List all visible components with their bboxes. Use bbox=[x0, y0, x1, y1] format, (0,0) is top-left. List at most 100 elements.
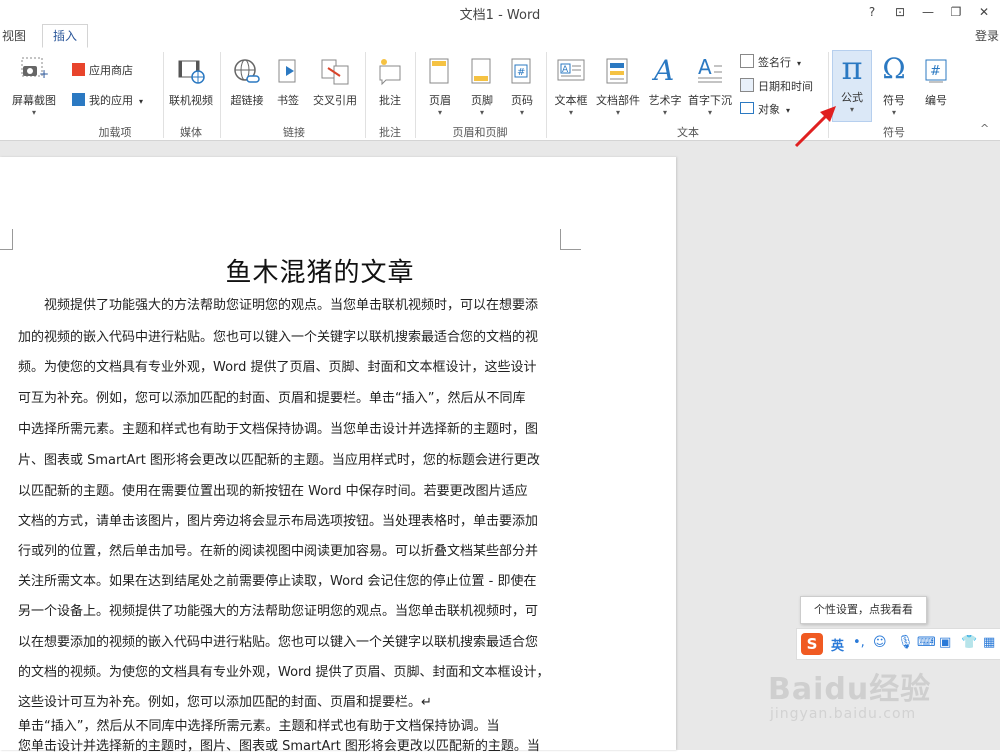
body-line[interactable]: 可互为补充。例如，您可以添加匹配的封面、页眉和提要栏。单击“插入”，然后从不同库 bbox=[18, 390, 559, 408]
body-line[interactable]: 视频提供了功能强大的方法帮助您证明您的观点。当您单击联机视频时，可以在想要添 bbox=[18, 297, 559, 315]
comment-label: 批注 bbox=[379, 94, 401, 107]
body-line[interactable]: 这些设计可互为补充。例如，您可以添加匹配的封面、页眉和提要栏。↵ bbox=[18, 694, 559, 712]
toolbox-icon[interactable]: ▣ bbox=[939, 635, 951, 650]
body-line[interactable]: 以在想要添加的视频的嵌入代码中进行粘贴。您也可以键入一个关键字以联机搜索最适合您 bbox=[18, 634, 559, 652]
screenshot-button[interactable]: + 屏幕截图 ▾ bbox=[8, 52, 60, 122]
bookmark-button[interactable]: 书签 bbox=[270, 52, 306, 122]
object-button[interactable]: 对象 ▾ bbox=[740, 101, 790, 117]
ime-mode-toggle[interactable]: 英 bbox=[831, 635, 844, 654]
keyboard-icon[interactable]: ⌨ bbox=[917, 635, 936, 650]
help-button[interactable]: ? bbox=[862, 3, 882, 21]
apps-grid-icon[interactable]: ▦ bbox=[983, 635, 995, 650]
chevron-down-icon: ▾ bbox=[797, 59, 802, 68]
quick-parts-label: 文档部件 bbox=[596, 94, 640, 107]
body-line[interactable]: 片、图表或 SmartArt 图形将会更改以匹配新的主题。当应用样式时，您的标题… bbox=[18, 452, 559, 470]
object-label: 对象 bbox=[758, 103, 780, 116]
text-box-label: 文本框 bbox=[554, 94, 588, 107]
ribbon-tabs: 视图 插入 登录 bbox=[0, 24, 1000, 49]
tab-view[interactable]: 视图 bbox=[2, 27, 26, 44]
online-video-button[interactable]: 联机视频 bbox=[166, 52, 216, 122]
cross-reference-button[interactable]: 交叉引用 bbox=[308, 52, 362, 122]
app-store-label: 应用商店 bbox=[89, 64, 133, 77]
quick-parts-icon bbox=[606, 58, 628, 84]
signature-line-label: 签名行 bbox=[758, 56, 791, 69]
group-separator bbox=[220, 52, 221, 138]
chevron-down-icon: ▾ bbox=[707, 108, 712, 117]
chevron-down-icon: ▾ bbox=[31, 108, 36, 117]
microphone-icon[interactable]: 🎙 bbox=[897, 635, 914, 650]
emoji-icon[interactable]: ☺ bbox=[873, 635, 887, 650]
date-time-label: 日期和时间 bbox=[758, 80, 813, 93]
group-label-links: 链接 bbox=[283, 126, 305, 139]
signature-line-button[interactable]: 签名行 ▾ bbox=[740, 54, 801, 70]
baidu-watermark-url: jingyan.baidu.com bbox=[770, 706, 917, 722]
close-button[interactable]: ✕ bbox=[974, 3, 994, 21]
app-store-button[interactable]: 应用商店 bbox=[72, 62, 133, 78]
group-label-comments: 批注 bbox=[379, 126, 401, 139]
group-separator bbox=[415, 52, 416, 138]
page-number-label: 页码 bbox=[511, 94, 533, 107]
quick-parts-button[interactable]: 文档部件 ▾ bbox=[594, 52, 642, 122]
symbol-label: 符号 bbox=[883, 94, 905, 107]
body-line[interactable]: 的文档的视频。为使您的文档具有专业外观，Word 提供了页眉、页脚、封面和文本框… bbox=[18, 664, 559, 682]
body-line[interactable]: 频。为使您的文档具有专业外观，Word 提供了页眉、页脚、封面和文本框设计，这些… bbox=[18, 359, 559, 377]
ime-settings-tooltip[interactable]: 个性设置，点我看看 bbox=[800, 596, 927, 624]
header-label: 页眉 bbox=[429, 94, 451, 107]
page-number-button[interactable]: # 页码 ▾ bbox=[504, 52, 540, 122]
chevron-down-icon: ▾ bbox=[662, 108, 667, 117]
group-label-symbols: 符号 bbox=[883, 126, 905, 139]
skin-shirt-icon[interactable]: 👕 bbox=[961, 635, 977, 650]
my-apps-button[interactable]: 我的应用 ▾ bbox=[72, 92, 143, 108]
sogou-logo-icon[interactable]: S bbox=[801, 633, 823, 655]
body-line[interactable]: 中选择所需元素。主题和样式也有助于文档保持协调。当您单击设计并选择新的主题时，图 bbox=[18, 421, 559, 439]
text-box-icon: A bbox=[557, 59, 585, 81]
restore-button[interactable]: ❐ bbox=[946, 3, 966, 21]
body-line[interactable]: 另一个设备上。视频提供了功能强大的方法帮助您证明您的观点。当您单击联机视频时，可 bbox=[18, 603, 559, 621]
svg-text:A: A bbox=[698, 56, 712, 79]
object-icon bbox=[740, 102, 754, 114]
wordart-icon: A bbox=[654, 54, 675, 87]
drop-cap-label: 首字下沉 bbox=[688, 94, 732, 107]
bookmark-label: 书签 bbox=[277, 94, 299, 107]
login-link[interactable]: 登录 bbox=[975, 27, 999, 44]
body-line[interactable]: 单击“插入”，然后从不同库中选择所需元素。主题和样式也有助于文档保持协调。当 bbox=[18, 718, 559, 736]
collapse-ribbon-button[interactable]: ^ bbox=[980, 122, 989, 135]
bookmark-icon bbox=[278, 59, 296, 83]
body-line[interactable]: 文档的方式，请单击该图片，图片旁边将会显示布局选项按钮。当处理表格时，单击要添加 bbox=[18, 513, 559, 531]
document-heading[interactable]: 鱼木混猪的文章 bbox=[0, 252, 640, 289]
window-title: 文档1 - Word bbox=[459, 8, 541, 23]
page-number-icon: # bbox=[511, 58, 531, 84]
chevron-down-icon: ▾ bbox=[891, 108, 896, 117]
comment-button[interactable]: 批注 bbox=[368, 52, 412, 122]
tab-insert[interactable]: 插入 bbox=[42, 24, 88, 48]
pi-icon: π bbox=[841, 49, 863, 87]
header-button[interactable]: 页眉 ▾ bbox=[420, 52, 460, 122]
hyperlink-button[interactable]: 超链接 bbox=[226, 52, 268, 122]
body-line[interactable]: 加的视频的嵌入代码中进行粘贴。您也可以键入一个关键字以联机搜索最适合您的文档的视 bbox=[18, 329, 559, 347]
title-bar: 文档1 - Word ? ⊡ — ❐ ✕ bbox=[0, 0, 1000, 24]
minimize-button[interactable]: — bbox=[918, 3, 938, 21]
body-line[interactable]: 您单击设计并选择新的主题时，图片、图表或 SmartArt 图形将会更改以匹配新… bbox=[18, 738, 559, 756]
group-label-addins: 加载项 bbox=[98, 126, 132, 139]
ime-toolbar: S 英 •, ☺ 🎙 ⌨ ▣ 👕 ▦ bbox=[796, 628, 1000, 660]
body-line[interactable]: 行或列的位置，然后单击加号。在新的阅读视图中阅读更加容易。可以折叠文档某些部分并 bbox=[18, 543, 559, 561]
my-apps-label: 我的应用 bbox=[89, 94, 133, 107]
body-line[interactable]: 关注所需文本。如果在达到结尾处之前需要停止读取，Word 会记住您的停止位置 -… bbox=[18, 573, 559, 591]
body-line[interactable]: 以匹配新的主题。使用在需要位置出现的新按钮在 Word 中保存时间。若要更改图片… bbox=[18, 483, 559, 501]
svg-text:A: A bbox=[562, 65, 569, 75]
wordart-button[interactable]: A 艺术字 ▾ bbox=[644, 52, 686, 122]
annotation-arrow-icon bbox=[794, 106, 836, 148]
svg-text:+: + bbox=[39, 67, 48, 81]
chevron-down-icon: ▾ bbox=[139, 97, 144, 106]
text-box-button[interactable]: A 文本框 ▾ bbox=[550, 52, 592, 122]
date-time-button[interactable]: 日期和时间 bbox=[740, 78, 813, 94]
group-separator bbox=[365, 52, 366, 138]
number-button[interactable]: # 编号 bbox=[916, 52, 956, 122]
chevron-down-icon: ▾ bbox=[568, 108, 573, 117]
wordart-label: 艺术字 bbox=[648, 94, 682, 107]
footer-button[interactable]: 页脚 ▾ bbox=[462, 52, 502, 122]
punctuation-icon[interactable]: •, bbox=[853, 635, 865, 650]
symbol-button[interactable]: Ω 符号 ▾ bbox=[874, 52, 914, 122]
drop-cap-button[interactable]: A 首字下沉 ▾ bbox=[686, 52, 734, 122]
ribbon-display-options-button[interactable]: ⊡ bbox=[890, 3, 910, 21]
